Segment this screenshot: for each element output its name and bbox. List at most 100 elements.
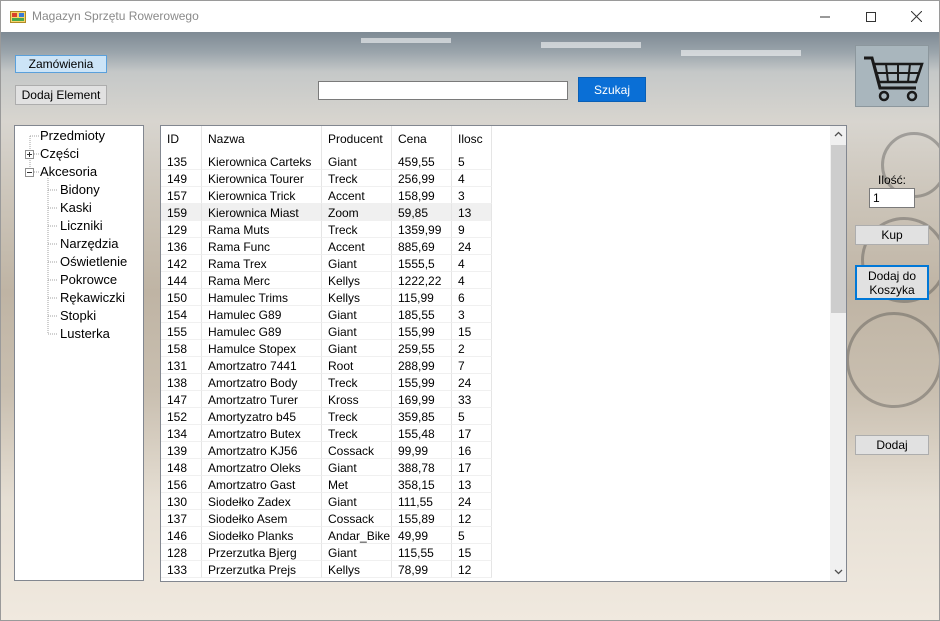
cell-cena[interactable]: 358,15 xyxy=(392,476,452,493)
cell-id[interactable]: 149 xyxy=(161,170,202,187)
cell-cena[interactable]: 1555,5 xyxy=(392,255,452,272)
cell-cena[interactable]: 256,99 xyxy=(392,170,452,187)
table-row[interactable]: 155 Hamulec G89 Giant 155,99 15 xyxy=(161,323,492,340)
cell-id[interactable]: 144 xyxy=(161,272,202,289)
column-header-id[interactable]: ID xyxy=(161,126,202,153)
cell-id[interactable]: 136 xyxy=(161,238,202,255)
cell-producent[interactable]: Treck xyxy=(322,170,392,187)
cell-ilosc[interactable]: 17 xyxy=(452,425,492,442)
cell-producent[interactable]: Giant xyxy=(322,323,392,340)
cell-id[interactable]: 129 xyxy=(161,221,202,238)
tree-node-narzedzia[interactable]: Narzędzia xyxy=(60,236,119,251)
cell-nazwa[interactable]: Siodełko Zadex xyxy=(202,493,322,510)
cell-producent[interactable]: Kellys xyxy=(322,561,392,578)
cell-nazwa[interactable]: Rama Trex xyxy=(202,255,322,272)
cell-producent[interactable]: Cossack xyxy=(322,442,392,459)
cell-producent[interactable]: Met xyxy=(322,476,392,493)
tree-node-przedmioty[interactable]: Przedmioty xyxy=(40,128,105,143)
tree-node-rekawiczki[interactable]: Rękawiczki xyxy=(60,290,125,305)
tree-node-liczniki[interactable]: Liczniki xyxy=(60,218,103,233)
cell-id[interactable]: 154 xyxy=(161,306,202,323)
cell-cena[interactable]: 158,99 xyxy=(392,187,452,204)
cell-cena[interactable]: 1222,22 xyxy=(392,272,452,289)
cell-ilosc[interactable]: 24 xyxy=(452,238,492,255)
table-row[interactable]: 135 Kierownica Carteks Giant 459,55 5 xyxy=(161,153,492,170)
cell-producent[interactable]: Treck xyxy=(322,221,392,238)
cell-producent[interactable]: Kross xyxy=(322,391,392,408)
cell-cena[interactable]: 155,99 xyxy=(392,323,452,340)
cell-cena[interactable]: 115,99 xyxy=(392,289,452,306)
orders-button[interactable]: Zamówienia xyxy=(15,55,107,73)
cell-nazwa[interactable]: Kierownica Miast xyxy=(202,204,322,221)
table-row[interactable]: 156 Amortzatro Gast Met 358,15 13 xyxy=(161,476,492,493)
tree-expand-icon[interactable] xyxy=(25,150,34,159)
cell-nazwa[interactable]: Amortzatro 7441 xyxy=(202,357,322,374)
column-header-ilosc[interactable]: Ilosc xyxy=(452,126,492,153)
add-button[interactable]: Dodaj xyxy=(855,435,929,455)
cell-id[interactable]: 148 xyxy=(161,459,202,476)
search-input[interactable] xyxy=(318,81,568,100)
cell-ilosc[interactable]: 5 xyxy=(452,527,492,544)
cell-producent[interactable]: Andar_Bike xyxy=(322,527,392,544)
table-row[interactable]: 128 Przerzutka Bjerg Giant 115,55 15 xyxy=(161,544,492,561)
cell-nazwa[interactable]: Siodełko Asem xyxy=(202,510,322,527)
cell-ilosc[interactable]: 5 xyxy=(452,153,492,170)
cell-nazwa[interactable]: Kierownica Carteks xyxy=(202,153,322,170)
tree-collapse-icon[interactable] xyxy=(25,168,34,177)
cell-ilosc[interactable]: 24 xyxy=(452,374,492,391)
cell-id[interactable]: 135 xyxy=(161,153,202,170)
cell-ilosc[interactable]: 7 xyxy=(452,357,492,374)
tree-node-oswietlenie[interactable]: Oświetlenie xyxy=(60,254,127,269)
table-row[interactable]: 142 Rama Trex Giant 1555,5 4 xyxy=(161,255,492,272)
cell-nazwa[interactable]: Hamulec Trims xyxy=(202,289,322,306)
cell-ilosc[interactable]: 15 xyxy=(452,544,492,561)
cell-id[interactable]: 128 xyxy=(161,544,202,561)
cell-id[interactable]: 157 xyxy=(161,187,202,204)
cell-cena[interactable]: 49,99 xyxy=(392,527,452,544)
cell-cena[interactable]: 155,99 xyxy=(392,374,452,391)
cell-producent[interactable]: Treck xyxy=(322,374,392,391)
cell-id[interactable]: 158 xyxy=(161,340,202,357)
scroll-down-icon[interactable] xyxy=(834,569,843,575)
tree-node-akcesoria[interactable]: Akcesoria xyxy=(40,164,97,179)
cell-nazwa[interactable]: Rama Func xyxy=(202,238,322,255)
cell-nazwa[interactable]: Amortzatro Gast xyxy=(202,476,322,493)
table-row[interactable]: 147 Amortzatro Turer Kross 169,99 33 xyxy=(161,391,492,408)
cell-ilosc[interactable]: 33 xyxy=(452,391,492,408)
cell-ilosc[interactable]: 13 xyxy=(452,476,492,493)
cell-id[interactable]: 130 xyxy=(161,493,202,510)
add-element-button[interactable]: Dodaj Element xyxy=(15,85,107,105)
maximize-button[interactable] xyxy=(848,1,894,32)
cell-id[interactable]: 142 xyxy=(161,255,202,272)
cell-nazwa[interactable]: Hamulec G89 xyxy=(202,306,322,323)
table-row[interactable]: 157 Kierownica Trick Accent 158,99 3 xyxy=(161,187,492,204)
cell-nazwa[interactable]: Rama Merc xyxy=(202,272,322,289)
tree-node-lusterka[interactable]: Lusterka xyxy=(60,326,110,341)
cell-id[interactable]: 138 xyxy=(161,374,202,391)
table-row[interactable]: 154 Hamulec G89 Giant 185,55 3 xyxy=(161,306,492,323)
tree-node-czesci[interactable]: Części xyxy=(40,146,79,161)
table-row[interactable]: 159 Kierownica Miast Zoom 59,85 13 xyxy=(161,204,492,221)
cell-ilosc[interactable]: 4 xyxy=(452,255,492,272)
column-header-producent[interactable]: Producent xyxy=(322,126,392,153)
cell-cena[interactable]: 169,99 xyxy=(392,391,452,408)
cell-ilosc[interactable]: 15 xyxy=(452,323,492,340)
cell-nazwa[interactable]: Kierownica Trick xyxy=(202,187,322,204)
cell-cena[interactable]: 111,55 xyxy=(392,493,452,510)
cell-producent[interactable]: Giant xyxy=(322,153,392,170)
cell-cena[interactable]: 155,48 xyxy=(392,425,452,442)
cell-cena[interactable]: 359,85 xyxy=(392,408,452,425)
cell-cena[interactable]: 78,99 xyxy=(392,561,452,578)
cell-producent[interactable]: Giant xyxy=(322,459,392,476)
cell-nazwa[interactable]: Siodełko Planks xyxy=(202,527,322,544)
cell-cena[interactable]: 115,55 xyxy=(392,544,452,561)
cell-cena[interactable]: 59,85 xyxy=(392,204,452,221)
cell-producent[interactable]: Cossack xyxy=(322,510,392,527)
cell-cena[interactable]: 259,55 xyxy=(392,340,452,357)
cell-ilosc[interactable]: 4 xyxy=(452,272,492,289)
buy-button[interactable]: Kup xyxy=(855,225,929,245)
cell-ilosc[interactable]: 2 xyxy=(452,340,492,357)
cell-nazwa[interactable]: Amortzatro Butex xyxy=(202,425,322,442)
cell-ilosc[interactable]: 5 xyxy=(452,408,492,425)
cell-ilosc[interactable]: 9 xyxy=(452,221,492,238)
